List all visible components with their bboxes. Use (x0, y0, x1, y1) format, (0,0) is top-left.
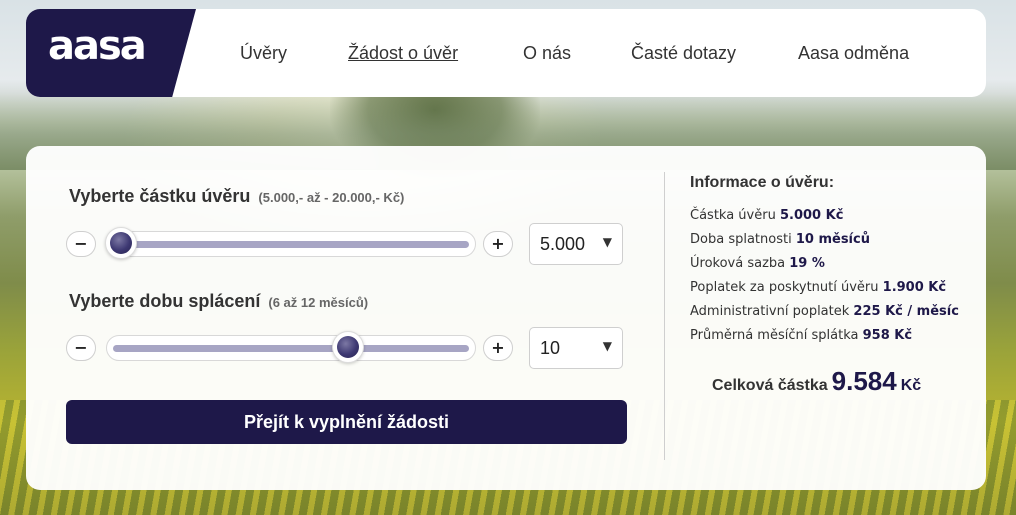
term-select[interactable]: 10 ▼ (529, 327, 623, 369)
term-select-value: 10 (540, 338, 561, 358)
amount-plus-button[interactable]: + (483, 231, 513, 257)
info-label: Průměrná měsíční splátka (690, 328, 859, 343)
logo-text: aasa (48, 23, 147, 69)
logo[interactable]: aasa (26, 9, 196, 97)
total-label: Celková částka (712, 377, 828, 394)
term-hint: (6 až 12 měsíců) (268, 295, 369, 310)
panel-divider (664, 172, 665, 460)
info-list: Částka úvěru 5.000 Kč Doba splatnosti 10… (690, 204, 980, 348)
info-row: Administrativní poplatek 225 Kč / měsíc (690, 300, 980, 324)
nav-item-uvery[interactable]: Úvěry (240, 43, 287, 64)
amount-slider-thumb[interactable] (105, 227, 137, 259)
nav-item-caste-dotazy[interactable]: Časté dotazy (631, 43, 736, 64)
info-title: Informace o úvěru: (690, 174, 835, 191)
info-label: Doba splatnosti (690, 232, 792, 247)
term-section-title: Vyberte dobu splácení (6 až 12 měsíců) (69, 291, 368, 312)
amount-section-title: Vyberte částku úvěru (5.000,- až - 20.000… (69, 186, 404, 207)
info-value: 10 měsíců (795, 232, 870, 247)
info-value: 1.900 Kč (882, 280, 947, 295)
nav-item-o-nas[interactable]: O nás (523, 43, 571, 64)
info-row: Průměrná měsíční splátka 958 Kč (690, 324, 980, 348)
term-slider-thumb[interactable] (331, 331, 364, 363)
term-title: Vyberte dobu splácení (69, 291, 261, 311)
loan-calculator-card: Vyberte částku úvěru (5.000,- až - 20.000… (26, 146, 986, 490)
term-plus-button[interactable]: + (483, 335, 513, 361)
total-unit: Kč (900, 377, 922, 394)
chevron-down-icon: ▼ (602, 339, 612, 353)
info-value: 5.000 Kč (779, 208, 844, 223)
chevron-down-icon: ▼ (602, 235, 612, 249)
amount-select[interactable]: 5.000 ▼ (529, 223, 623, 265)
info-label: Částka úvěru (690, 208, 776, 223)
amount-slider[interactable] (105, 227, 476, 259)
amount-select-value: 5.000 (540, 234, 586, 254)
amount-slider-track (113, 241, 469, 248)
term-slider[interactable] (106, 331, 476, 363)
nav-item-aasa-odmena[interactable]: Aasa odměna (798, 43, 909, 64)
total-value: 9.584 (831, 366, 897, 396)
amount-minus-button[interactable]: − (66, 231, 96, 257)
info-label: Administrativní poplatek (690, 304, 850, 319)
total-amount: Celková částka 9.584 Kč (712, 366, 921, 397)
info-value: 958 Kč (862, 328, 913, 343)
info-value: 19 % (789, 256, 825, 271)
apply-button[interactable]: Přejít k vyplnění žádosti (66, 400, 627, 444)
amount-title: Vyberte částku úvěru (69, 186, 251, 206)
info-label: Úroková sazba (690, 256, 786, 271)
term-slider-track (113, 345, 469, 352)
info-value: 225 Kč / měsíc (853, 304, 959, 319)
term-minus-button[interactable]: − (66, 335, 96, 361)
info-label: Poplatek za poskytnutí úvěru (690, 280, 879, 295)
info-row: Poplatek za poskytnutí úvěru 1.900 Kč (690, 276, 980, 300)
amount-hint: (5.000,- až - 20.000,- Kč) (258, 190, 405, 205)
info-row: Úroková sazba 19 % (690, 252, 980, 276)
info-row: Částka úvěru 5.000 Kč (690, 204, 980, 228)
info-row: Doba splatnosti 10 měsíců (690, 228, 980, 252)
nav-item-zadost[interactable]: Žádost o úvěr (348, 43, 458, 64)
